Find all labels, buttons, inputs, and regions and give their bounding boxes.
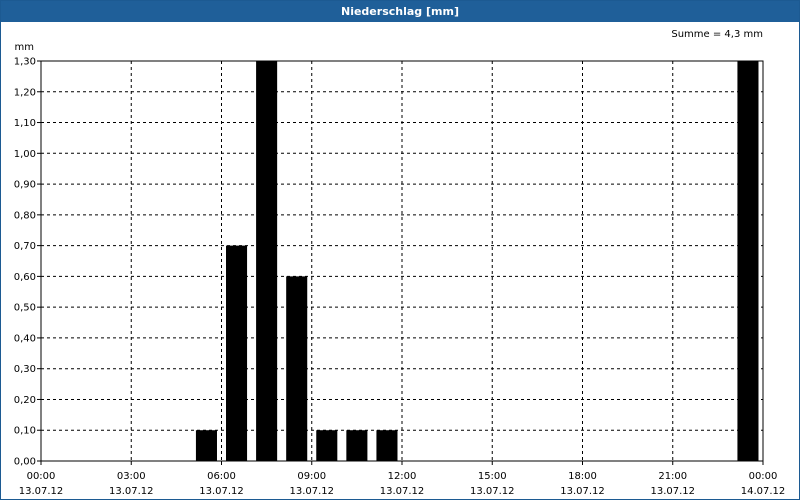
x-tick-date: 13.07.12: [380, 486, 425, 497]
bar: [737, 61, 759, 461]
y-tick-label: 1,20: [14, 87, 36, 98]
y-tick-label: 0,10: [14, 426, 36, 437]
x-tick-time: 00:00: [27, 471, 56, 482]
bar: [195, 430, 217, 461]
x-tick-date: 13.07.12: [650, 486, 695, 497]
bar: [316, 430, 338, 461]
y-tick-label: 0,50: [14, 303, 36, 314]
x-tick-time: 03:00: [117, 471, 146, 482]
bar: [286, 276, 308, 461]
y-axis-label: mm: [15, 42, 34, 53]
y-tick-label: 0,20: [14, 395, 36, 406]
bar: [376, 430, 398, 461]
x-tick-time: 06:00: [207, 471, 236, 482]
x-tick-date: 14.07.12: [741, 486, 786, 497]
sum-annotation: Summe = 4,3 mm: [671, 29, 763, 40]
chart-window: Niederschlag [mm] 0,00 0,10 0,20 0,30 0,40 0,…: [0, 0, 800, 500]
bar: [256, 61, 278, 461]
window-title: Niederschlag [mm]: [1, 1, 799, 22]
x-tick-time: 18:00: [568, 471, 597, 482]
x-tick-date: 13.07.12: [109, 486, 154, 497]
chart-bars: [195, 61, 759, 461]
x-tick-time: 09:00: [297, 471, 326, 482]
x-tick-time: 12:00: [388, 471, 417, 482]
y-tick-label: 1,30: [14, 57, 36, 68]
bar: [226, 245, 248, 461]
x-tick-time: 15:00: [478, 471, 507, 482]
y-tick-labels: 0,00 0,10 0,20 0,30 0,40 0,50 0,60 0,70 0,80 0,90…: [14, 57, 41, 468]
y-tick-label: 0,00: [14, 457, 36, 468]
precipitation-chart: 0,00 0,10 0,20 0,30 0,40 0,50 0,60 0,70 0,80 0,90…: [14, 29, 786, 497]
y-tick-label: 0,80: [14, 210, 36, 221]
y-tick-label: 0,90: [14, 180, 36, 191]
x-tick-date: 13.07.12: [19, 486, 64, 497]
chart-grid: [41, 60, 763, 461]
y-tick-label: 1,10: [14, 118, 36, 129]
x-tick-date: 13.07.12: [199, 486, 244, 497]
y-tick-label: 0,60: [14, 272, 36, 283]
x-tick-date: 13.07.12: [470, 486, 515, 497]
y-tick-label: 0,30: [14, 364, 36, 375]
x-tick-date: 13.07.12: [560, 486, 605, 497]
y-tick-label: 0,40: [14, 333, 36, 344]
bar: [346, 430, 368, 461]
x-tick-time: 00:00: [749, 471, 778, 482]
x-tick-time: 21:00: [658, 471, 687, 482]
y-tick-label: 1,00: [14, 149, 36, 160]
y-tick-label: 0,70: [14, 241, 36, 252]
x-tick-labels: 00:00 13.07.12 03:00 13.07.12 06:00 13.07.12 0…: [19, 461, 786, 497]
x-tick-date: 13.07.12: [289, 486, 334, 497]
